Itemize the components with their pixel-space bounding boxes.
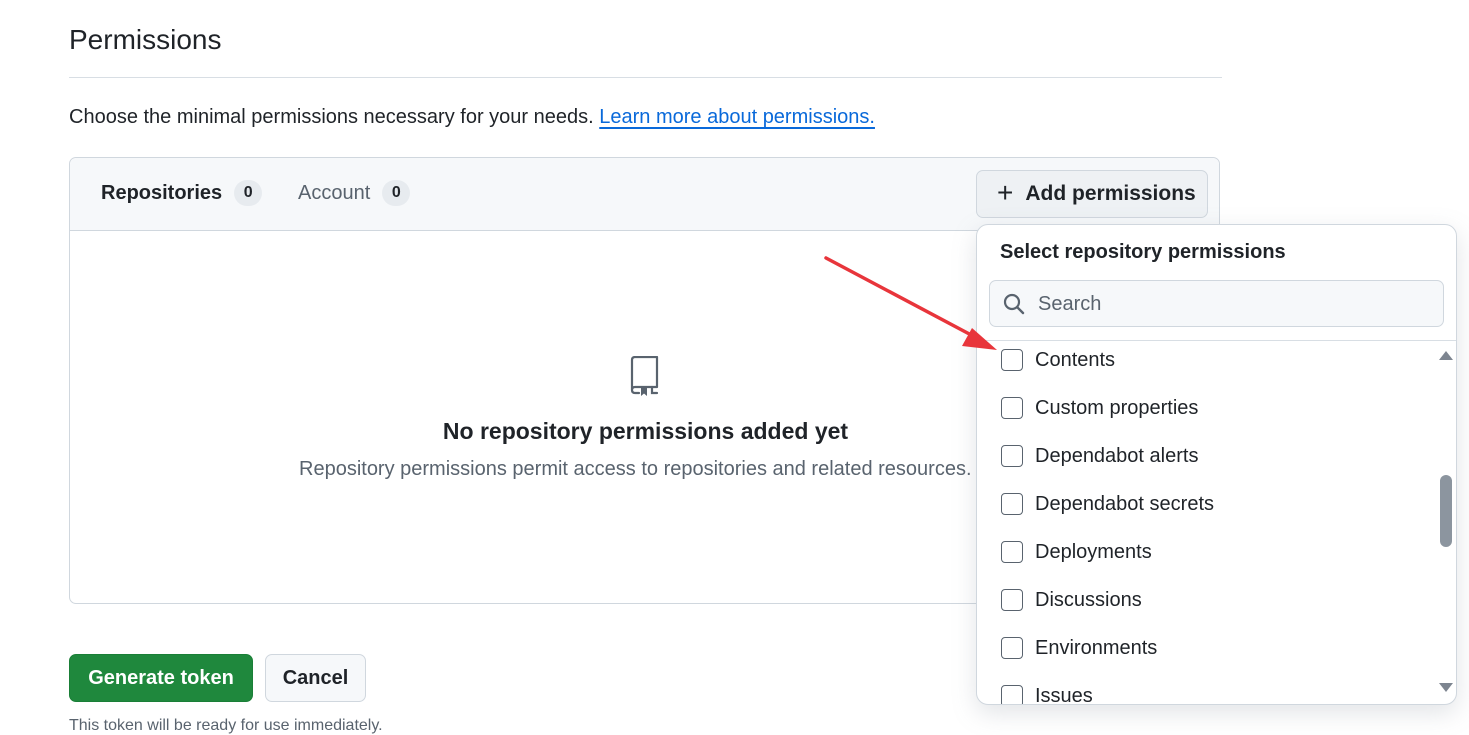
permission-item-label: Environments <box>1035 636 1158 659</box>
permission-item-label: Deployments <box>1035 540 1152 563</box>
empty-state-subtitle: Repository permissions permit access to … <box>299 458 972 480</box>
permission-item-label: Discussions <box>1035 588 1142 611</box>
tab-account[interactable]: Account 0 <box>298 180 411 206</box>
permission-item-environments[interactable]: Environments <box>1001 633 1157 663</box>
plus-icon: + <box>997 176 1014 208</box>
tab-repositories-counter: 0 <box>234 180 263 206</box>
checkbox[interactable] <box>1001 445 1023 467</box>
checkbox[interactable] <box>1001 493 1023 515</box>
permissions-list: Contents Custom properties Dependabot al… <box>977 333 1435 705</box>
permission-item-dependabot-alerts[interactable]: Dependabot alerts <box>1001 441 1198 471</box>
generate-token-button[interactable]: Generate token <box>69 654 253 702</box>
checkbox[interactable] <box>1001 541 1023 563</box>
scroll-down-arrow-icon[interactable] <box>1439 683 1453 692</box>
scrollbar-thumb[interactable] <box>1440 475 1452 547</box>
permission-item-label: Custom properties <box>1035 396 1199 419</box>
dropdown-title: Select repository permissions <box>1000 241 1286 263</box>
permission-item-dependabot-secrets[interactable]: Dependabot secrets <box>1001 489 1214 519</box>
checkbox[interactable] <box>1001 637 1023 659</box>
search-input[interactable] <box>1036 289 1435 319</box>
tab-repositories-label: Repositories <box>101 181 223 204</box>
permission-search-box <box>989 280 1444 327</box>
permission-item-label: Dependabot alerts <box>1035 444 1199 467</box>
permission-item-issues[interactable]: Issues <box>1001 681 1093 705</box>
scroll-up-arrow-icon[interactable] <box>1439 351 1453 360</box>
description-text: Choose the minimal permissions necessary… <box>69 106 594 128</box>
token-ready-note: This token will be ready for use immedia… <box>69 717 383 734</box>
add-permissions-button[interactable]: + Add permissions <box>976 170 1208 218</box>
page-title: Permissions <box>69 24 222 55</box>
permissions-description: Choose the minimal permissions necessary… <box>69 106 875 129</box>
checkbox[interactable] <box>1001 589 1023 611</box>
title-divider <box>69 77 1222 78</box>
checkbox[interactable] <box>1001 397 1023 419</box>
dropdown-scrollbar[interactable] <box>1435 341 1456 704</box>
add-permissions-label: Add permissions <box>1025 182 1196 205</box>
permission-item-label: Dependabot secrets <box>1035 492 1215 515</box>
permission-item-custom-properties[interactable]: Custom properties <box>1001 393 1198 423</box>
tab-account-label: Account <box>298 181 371 204</box>
checkbox[interactable] <box>1001 349 1023 371</box>
repo-icon <box>630 356 659 396</box>
permission-item-label: Issues <box>1035 684 1093 705</box>
repository-permissions-dropdown: Select repository permissions Contents C… <box>976 224 1457 705</box>
cancel-button[interactable]: Cancel <box>265 654 366 702</box>
checkbox[interactable] <box>1001 685 1023 704</box>
search-icon <box>1003 293 1025 315</box>
permissions-panel-header: Repositories 0 Account 0 + Add permissio… <box>70 158 1219 231</box>
learn-more-link[interactable]: Learn more about permissions. <box>599 106 875 128</box>
permission-item-contents[interactable]: Contents <box>1001 345 1115 375</box>
permission-item-discussions[interactable]: Discussions <box>1001 585 1142 615</box>
tab-repositories[interactable]: Repositories 0 <box>101 180 263 206</box>
permission-item-deployments[interactable]: Deployments <box>1001 537 1152 567</box>
tab-account-counter: 0 <box>382 180 411 206</box>
permission-item-label: Contents <box>1035 348 1116 371</box>
